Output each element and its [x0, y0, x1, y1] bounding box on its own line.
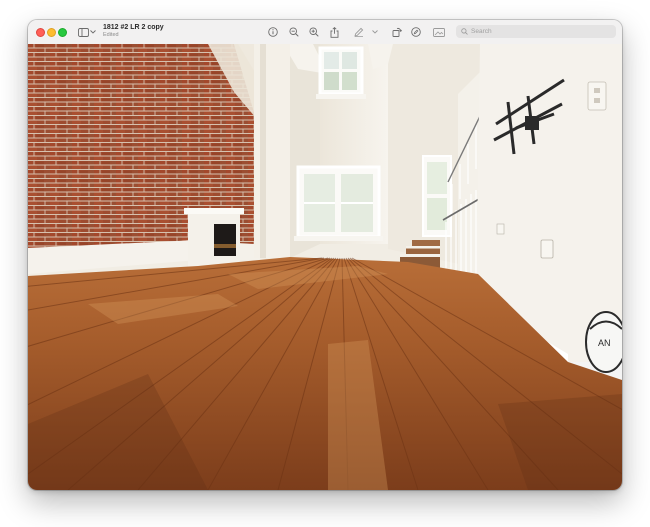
zoom-in-icon[interactable]: [307, 25, 321, 39]
sidebar-icon[interactable]: [76, 25, 90, 39]
rotate-icon[interactable]: [390, 25, 404, 39]
svg-text:AN: AN: [598, 338, 611, 348]
chevron-down-icon[interactable]: [371, 25, 379, 39]
minimize-button[interactable]: [47, 28, 56, 37]
room-photo: AN: [28, 44, 622, 490]
document-title-block: 1812 #2 LR 2 copy Edited: [103, 24, 164, 39]
markup-icon[interactable]: [352, 25, 366, 39]
preview-window: 1812 #2 LR 2 copy Edited Search AN: [28, 20, 622, 490]
markup-circle-icon[interactable]: [409, 25, 423, 39]
search-placeholder: Search: [471, 28, 492, 35]
edit-photo-icon[interactable]: [432, 25, 446, 39]
zoom-out-icon[interactable]: [287, 25, 301, 39]
share-icon[interactable]: [327, 25, 341, 39]
zoom-button[interactable]: [58, 28, 67, 37]
title-bar: 1812 #2 LR 2 copy Edited Search: [28, 20, 622, 45]
search-icon: [461, 28, 468, 35]
search-field[interactable]: Search: [456, 25, 616, 38]
info-icon[interactable]: [266, 25, 280, 39]
close-button[interactable]: [36, 28, 45, 37]
document-title[interactable]: 1812 #2 LR 2 copy: [103, 24, 164, 32]
edited-status: Edited: [103, 32, 119, 38]
chevron-down-icon[interactable]: [89, 25, 97, 39]
